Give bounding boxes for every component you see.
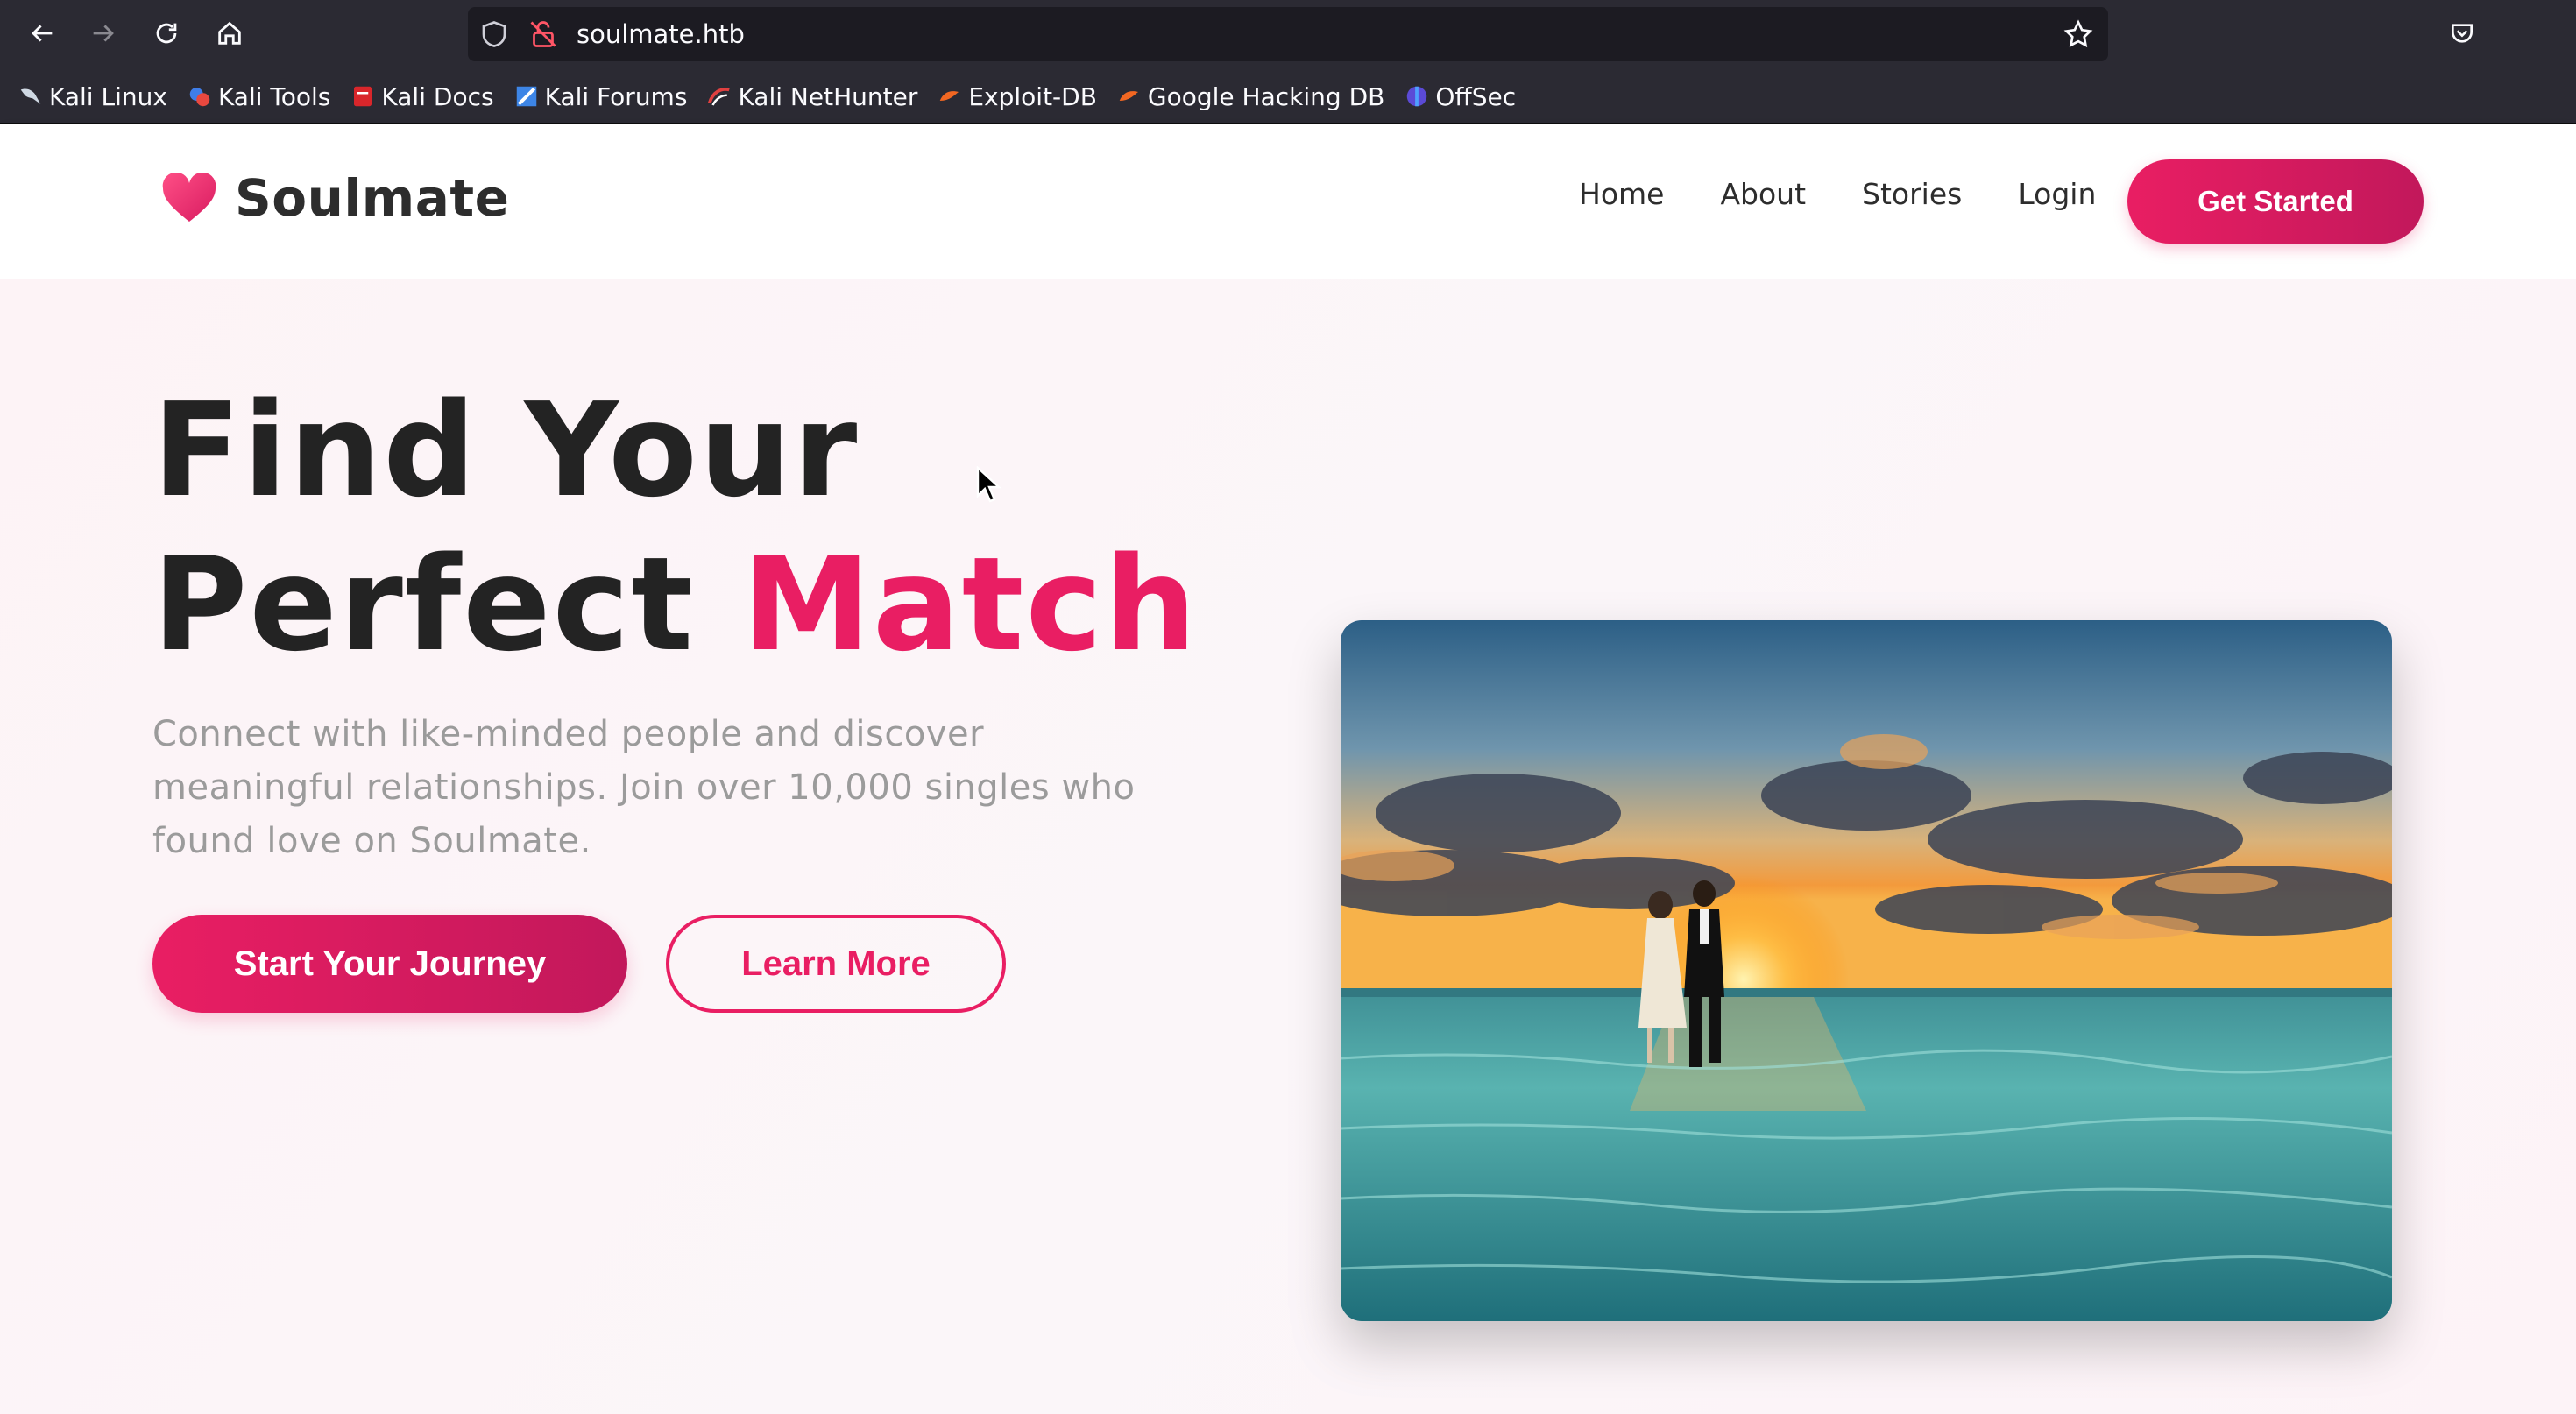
nav-about[interactable]: About <box>1720 177 1806 211</box>
hero-title-accent: Match <box>741 529 1199 680</box>
pocket-icon <box>2452 24 2473 43</box>
offsec-icon <box>1407 86 1427 107</box>
url-bar[interactable]: soulmate.htb <box>468 7 2108 61</box>
bookmark-exploit-db[interactable]: Exploit-DB <box>937 75 1097 117</box>
exploit-db-icon <box>940 91 959 101</box>
hero-title-line1: Find Your <box>152 375 860 526</box>
pocket-button[interactable] <box>2441 12 2483 54</box>
browser-chrome: soulmate.htb Kali Linux Kali Tools Kali … <box>0 0 2576 124</box>
kali-tools-icon <box>189 88 210 107</box>
hero-title: Find Your Perfect Match <box>152 373 1199 682</box>
site-header: Soulmate Home About Stories Login Get St… <box>0 124 2576 279</box>
hero-image <box>1341 620 2392 1321</box>
arrow-left-icon <box>32 25 53 42</box>
bookmark-kali-nethunter[interactable]: Kali NetHunter <box>706 75 917 117</box>
browser-toolbar: soulmate.htb <box>0 0 2576 67</box>
nav-home[interactable]: Home <box>1579 177 1664 211</box>
home-icon <box>218 21 241 45</box>
main-nav: Home About Stories Login <box>1579 177 2096 211</box>
hero-subtitle: Connect with like-minded people and disc… <box>152 714 1136 861</box>
nav-login[interactable]: Login <box>2018 177 2096 211</box>
account-button[interactable] <box>2504 12 2546 54</box>
get-started-button[interactable]: Get Started <box>2127 159 2424 244</box>
kali-dragon-icon <box>20 88 41 104</box>
bookmark-kali-linux[interactable]: Kali Linux <box>18 75 167 117</box>
reload-button[interactable] <box>145 12 188 54</box>
nethunter-icon <box>708 88 731 106</box>
arrow-right-icon <box>93 25 114 42</box>
bookmark-kali-tools[interactable]: Kali Tools <box>187 75 330 117</box>
beach-sunset-photo <box>1341 620 2392 1321</box>
bookmark-google-hacking-db[interactable]: Google Hacking DB <box>1116 75 1384 117</box>
shield-icon[interactable] <box>478 18 510 50</box>
heart-icon <box>162 173 216 222</box>
bookmark-kali-docs[interactable]: Kali Docs <box>350 75 494 117</box>
bookmark-kali-forums[interactable]: Kali Forums <box>513 75 687 117</box>
insecure-lock-icon[interactable] <box>527 18 559 51</box>
nav-stories[interactable]: Stories <box>1862 177 1962 211</box>
start-journey-button[interactable]: Start Your Journey <box>152 915 627 1013</box>
learn-more-button[interactable]: Learn More <box>666 915 1006 1013</box>
bookmark-offsec[interactable]: OffSec <box>1404 75 1516 117</box>
bookmarks-bar: Kali Linux Kali Tools Kali Docs Kali For… <box>0 75 2576 117</box>
bookmark-star-icon[interactable] <box>2063 18 2094 50</box>
mouse-cursor-icon <box>976 466 1001 503</box>
hero-title-line2: Perfect <box>152 529 742 680</box>
kali-forums-icon <box>516 86 536 107</box>
brand-name: Soulmate <box>235 168 510 228</box>
forward-button[interactable] <box>82 12 124 54</box>
reload-icon <box>156 23 177 44</box>
back-button[interactable] <box>21 12 63 54</box>
home-button[interactable] <box>209 12 251 54</box>
brand-logo[interactable]: Soulmate <box>161 168 509 228</box>
url-text[interactable]: soulmate.htb <box>577 19 745 49</box>
kali-docs-icon <box>354 86 372 107</box>
ghdb-icon <box>1119 91 1138 101</box>
